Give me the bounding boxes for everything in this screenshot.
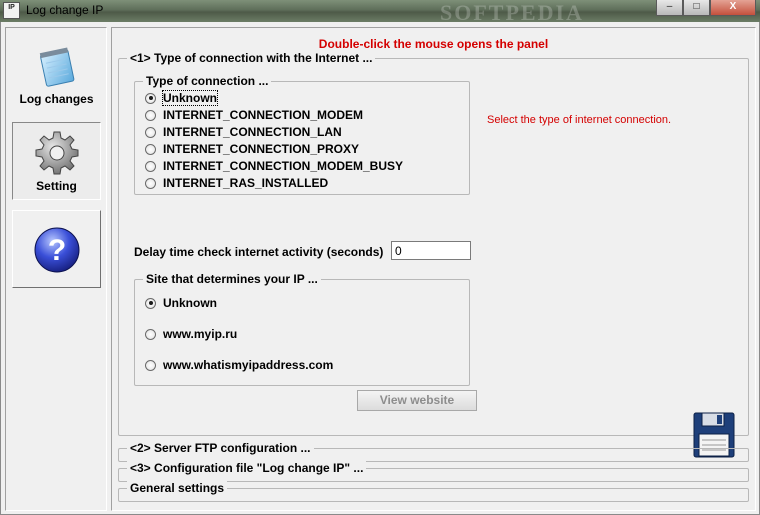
radio-indicator[interactable]: [145, 297, 156, 309]
section-general-settings[interactable]: General settings: [118, 481, 749, 502]
delay-time-label: Delay time check internet activity (seco…: [134, 245, 384, 259]
section-ftp-config[interactable]: <2> Server FTP configuration ...: [118, 441, 749, 462]
ip-site-group: Site that determines your IP ... Unknown…: [134, 272, 470, 386]
radio-indicator[interactable]: [145, 126, 156, 138]
radio-label: www.whatismyipaddress.com: [163, 358, 334, 372]
radio-label: INTERNET_CONNECTION_MODEM_BUSY: [163, 159, 404, 173]
delay-time-input[interactable]: [391, 241, 471, 260]
app-icon: IP: [3, 2, 20, 19]
radio-label: www.myip.ru: [163, 327, 238, 341]
nav-help-button[interactable]: ?: [12, 210, 101, 288]
radio-site-unknown[interactable]: Unknown: [145, 296, 217, 310]
radio-unknown-connection[interactable]: Unknown: [145, 90, 218, 106]
nav-panel: Log changes Setting ?: [5, 27, 107, 511]
radio-connection-modem-busy[interactable]: INTERNET_CONNECTION_MODEM_BUSY: [145, 159, 403, 173]
close-button[interactable]: X: [710, 0, 756, 16]
radio-indicator[interactable]: [145, 177, 156, 189]
section-connection-type-legend[interactable]: <1> Type of connection with the Internet…: [127, 51, 376, 65]
radio-indicator[interactable]: [145, 92, 156, 104]
window-title: Log change IP: [26, 3, 104, 17]
section-general-settings-legend[interactable]: General settings: [127, 481, 228, 495]
radio-site-whatismyipaddress[interactable]: www.whatismyipaddress.com: [145, 358, 333, 372]
window-frame: Log changes Setting ? Double-click the m…: [0, 22, 760, 515]
radio-connection-modem[interactable]: INTERNET_CONNECTION_MODEM: [145, 108, 363, 122]
nav-setting-label: Setting: [36, 179, 77, 193]
section-connection-type[interactable]: <1> Type of connection with the Internet…: [118, 51, 749, 458]
nav-log-changes-label: Log changes: [19, 92, 94, 106]
radio-label: Unknown: [163, 296, 217, 310]
nav-setting-button[interactable]: Setting: [12, 122, 101, 200]
maximize-button[interactable]: □: [683, 0, 710, 16]
nav-log-changes-button[interactable]: Log changes: [12, 34, 101, 112]
radio-indicator[interactable]: [145, 109, 156, 121]
panel-hint-header: Double-click the mouse opens the panel: [318, 37, 549, 51]
view-website-button[interactable]: View website: [357, 390, 477, 411]
radio-label: Unknown: [162, 90, 218, 106]
radio-label: INTERNET_CONNECTION_LAN: [163, 125, 342, 139]
settings-panel: Double-click the mouse opens the panel <…: [111, 27, 756, 511]
radio-connection-proxy[interactable]: INTERNET_CONNECTION_PROXY: [145, 142, 359, 156]
radio-indicator[interactable]: [145, 359, 156, 371]
minimize-button[interactable]: –: [656, 0, 683, 16]
radio-label: INTERNET_CONNECTION_PROXY: [163, 142, 360, 156]
connection-type-hint: Select the type of internet connection.: [487, 114, 672, 126]
ip-site-group-legend: Site that determines your IP ...: [143, 272, 321, 286]
section-config-file[interactable]: <3> Configuration file "Log change IP" .…: [118, 461, 749, 482]
radio-indicator[interactable]: [145, 160, 156, 172]
radio-indicator[interactable]: [145, 143, 156, 155]
radio-connection-lan[interactable]: INTERNET_CONNECTION_LAN: [145, 125, 342, 139]
svg-text:?: ?: [47, 234, 65, 267]
radio-indicator[interactable]: [145, 328, 156, 340]
title-bar[interactable]: IP Log change IP SOFTPEDIA – □ X: [0, 0, 760, 25]
gear-icon: [35, 131, 78, 175]
radio-label: INTERNET_RAS_INSTALLED: [163, 176, 329, 190]
section-ftp-config-legend[interactable]: <2> Server FTP configuration ...: [127, 441, 314, 455]
connection-type-group-legend: Type of connection ...: [143, 74, 272, 88]
notepad-icon: [39, 47, 74, 87]
radio-ras-installed[interactable]: INTERNET_RAS_INSTALLED: [145, 176, 328, 190]
section-config-file-legend[interactable]: <3> Configuration file "Log change IP" .…: [127, 461, 367, 475]
connection-type-group: Type of connection ... Unknown INTERNET_…: [134, 74, 470, 195]
help-icon: ?: [34, 227, 79, 273]
radio-site-myip[interactable]: www.myip.ru: [145, 327, 237, 341]
radio-label: INTERNET_CONNECTION_MODEM: [163, 108, 364, 122]
